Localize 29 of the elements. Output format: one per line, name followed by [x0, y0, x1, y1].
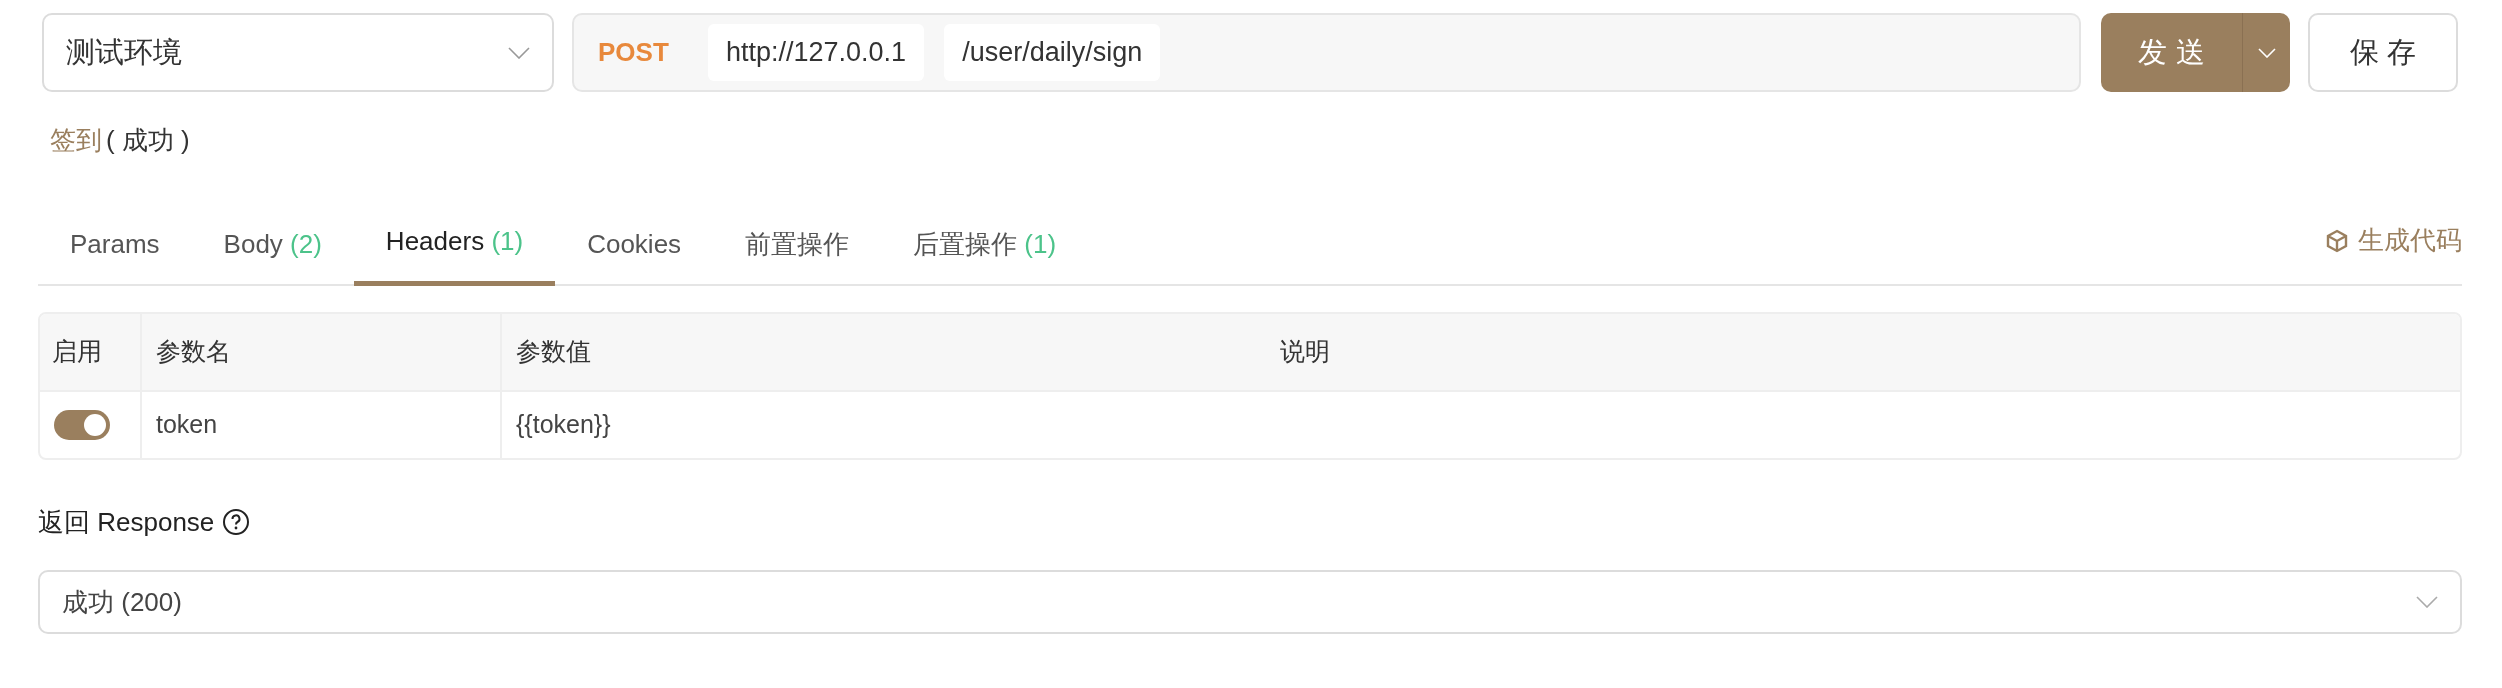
send-options-button[interactable]	[2242, 13, 2290, 92]
send-button[interactable]: 发 送	[2101, 13, 2242, 92]
request-name-link[interactable]: 签到	[50, 120, 102, 160]
path-field[interactable]: /user/daily/sign	[944, 24, 1161, 81]
chevron-down-icon	[2416, 596, 2438, 608]
chevron-down-icon	[2257, 47, 2276, 58]
tab[interactable]: Headers (1)	[353, 216, 556, 286]
generate-code-link[interactable]: 生成代码	[2326, 221, 2462, 284]
response-select[interactable]: 成功 (200)	[38, 570, 2462, 634]
tab[interactable]: 后置操作 (1)	[881, 216, 1089, 286]
response-label: 返回 Response	[38, 505, 215, 539]
tab[interactable]: Body (2)	[191, 216, 354, 286]
cube-icon	[2326, 228, 2348, 253]
column-header: 参数值	[515, 336, 592, 368]
table-cell: token	[142, 392, 502, 458]
chevron-down-icon	[508, 46, 530, 59]
toggle-switch[interactable]	[54, 410, 110, 440]
tab[interactable]: 前置操作	[713, 216, 882, 286]
tab[interactable]: Params	[38, 216, 192, 286]
environment-select[interactable]: 测试环境	[42, 13, 554, 92]
base-url-field[interactable]: http://127.0.0.1	[708, 24, 925, 81]
column-header: 参数名	[142, 314, 502, 390]
column-header: 说明	[1279, 336, 1331, 368]
save-button[interactable]: 保 存	[2308, 13, 2458, 92]
request-status: ( 成功 )	[106, 123, 190, 157]
table-cell-text: {{token}}	[515, 409, 612, 441]
column-header: 启用	[40, 314, 142, 390]
tab[interactable]: Cookies	[555, 216, 714, 286]
help-icon	[222, 508, 251, 536]
